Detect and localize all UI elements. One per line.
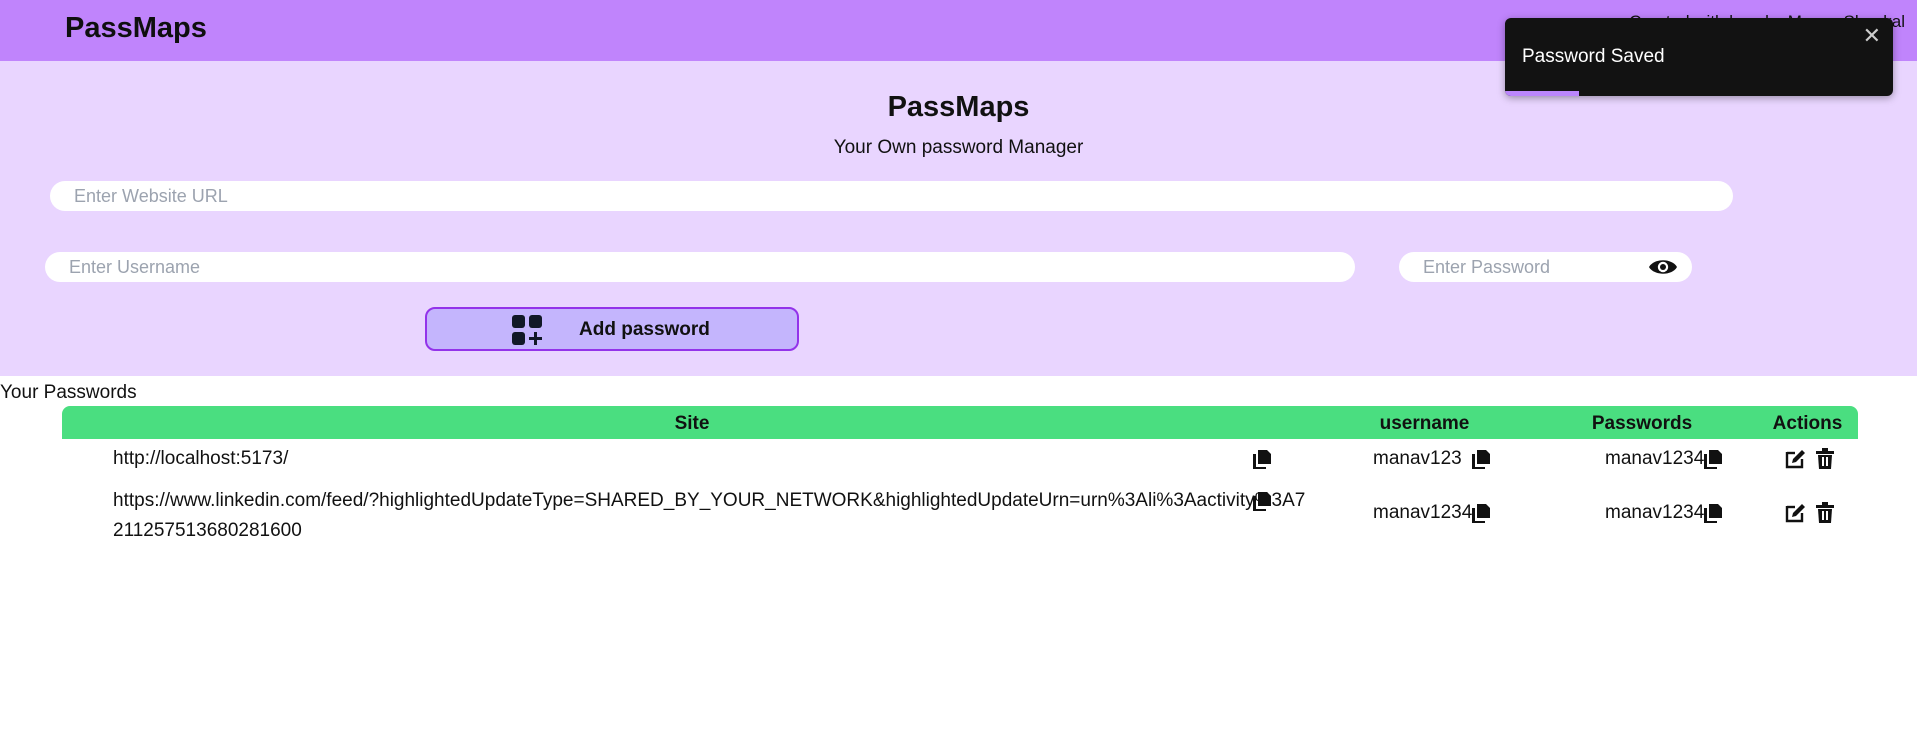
section-heading: Your Passwords <box>0 382 137 403</box>
copy-icon[interactable] <box>1471 503 1491 523</box>
table-row: https://www.linkedin.com/feed/?highlight… <box>62 486 1858 551</box>
eye-icon[interactable] <box>1648 257 1678 277</box>
site-cell[interactable]: http://localhost:5173/ <box>113 444 1313 474</box>
trash-icon[interactable] <box>1814 448 1836 470</box>
header-site: Site <box>674 413 710 434</box>
form-subtitle: Your Own password Manager <box>833 137 1084 158</box>
header-passwords: Passwords <box>1591 413 1693 434</box>
add-password-button[interactable]: Add password <box>425 307 799 351</box>
password-form-panel: PassMaps Your Own password Manager Add p… <box>0 61 1917 376</box>
username-cell: manav123 <box>1373 448 1462 469</box>
copy-icon[interactable] <box>1471 449 1491 469</box>
table-header: Site username Passwords Actions <box>62 406 1858 439</box>
edit-icon[interactable] <box>1784 448 1806 470</box>
passwords-table: Site username Passwords Actions http://l… <box>62 406 1858 541</box>
header-actions: Actions <box>1772 413 1843 434</box>
edit-icon[interactable] <box>1784 502 1806 524</box>
username-cell: manav1234 <box>1373 502 1473 523</box>
username-input[interactable] <box>45 252 1355 282</box>
password-cell: manav1234 <box>1605 502 1705 523</box>
toast-message: Password Saved <box>1522 46 1665 67</box>
brand-logo[interactable]: PassMaps <box>65 12 207 45</box>
table-row: http://localhost:5173/ manav123 manav123… <box>62 444 1858 484</box>
add-password-label: Add password <box>579 319 710 340</box>
header-username: username <box>1379 413 1470 434</box>
copy-icon[interactable] <box>1703 503 1723 523</box>
toast-progress-bar <box>1505 91 1579 96</box>
add-grid-icon <box>512 315 542 345</box>
trash-icon[interactable] <box>1814 502 1836 524</box>
copy-icon[interactable] <box>1703 449 1723 469</box>
website-url-input[interactable] <box>50 181 1733 211</box>
copy-icon[interactable] <box>1252 491 1272 511</box>
password-cell: manav1234 <box>1605 448 1705 469</box>
close-icon[interactable]: ✕ <box>1863 25 1881 47</box>
site-cell[interactable]: https://www.linkedin.com/feed/?highlight… <box>113 486 1313 546</box>
copy-icon[interactable] <box>1252 449 1272 469</box>
toast-notification: Password Saved ✕ <box>1505 18 1893 96</box>
